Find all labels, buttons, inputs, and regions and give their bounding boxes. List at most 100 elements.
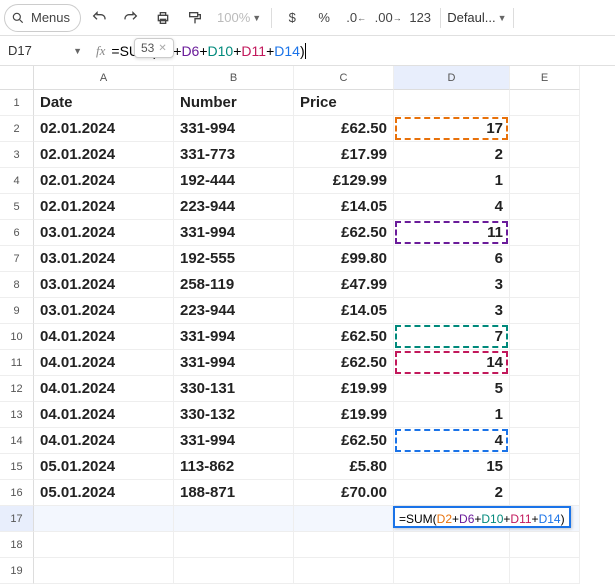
cell[interactable] — [34, 532, 174, 558]
cell[interactable] — [510, 220, 580, 246]
cell-number[interactable]: 223-944 — [174, 194, 294, 220]
cell-number[interactable]: 192-444 — [174, 168, 294, 194]
row-header[interactable]: 18 — [0, 532, 34, 558]
formula-bar[interactable]: =SUM(D2+D6+D10+D11+D14) — [111, 43, 615, 59]
row-header[interactable]: 8 — [0, 272, 34, 298]
cell-price[interactable]: £62.50 — [294, 220, 394, 246]
cell-date[interactable]: 03.01.2024 — [34, 272, 174, 298]
cell-number[interactable]: 331-994 — [174, 324, 294, 350]
cell-date[interactable]: 02.01.2024 — [34, 116, 174, 142]
cell-number[interactable]: 331-994 — [174, 350, 294, 376]
cell-price[interactable]: £19.99 — [294, 376, 394, 402]
row-header[interactable]: 17 — [0, 506, 34, 532]
cell-number[interactable]: 330-132 — [174, 402, 294, 428]
cell[interactable] — [510, 168, 580, 194]
cell-price[interactable]: £5.80 — [294, 454, 394, 480]
number-format-button[interactable]: 123 — [406, 4, 434, 32]
cell-qty[interactable]: 1 — [394, 168, 510, 194]
cell-qty[interactable]: 15 — [394, 454, 510, 480]
cell-qty[interactable]: 4 — [394, 194, 510, 220]
cell-qty[interactable]: 5 — [394, 376, 510, 402]
font-select[interactable]: Defaul...▼ — [447, 4, 506, 32]
cell-date[interactable]: 04.01.2024 — [34, 428, 174, 454]
cell-date[interactable]: 03.01.2024 — [34, 246, 174, 272]
header-price[interactable]: Price — [294, 90, 394, 116]
cell-date[interactable]: 04.01.2024 — [34, 324, 174, 350]
row-header[interactable]: 9 — [0, 298, 34, 324]
cell-qty[interactable]: 4 — [394, 428, 510, 454]
row-header[interactable]: 2 — [0, 116, 34, 142]
cell-date[interactable]: 03.01.2024 — [34, 298, 174, 324]
cell-number[interactable]: 331-994 — [174, 116, 294, 142]
cell-date[interactable]: 03.01.2024 — [34, 220, 174, 246]
cell[interactable] — [510, 350, 580, 376]
cell-number[interactable]: 258-119 — [174, 272, 294, 298]
cell-price[interactable]: £62.50 — [294, 116, 394, 142]
cell-price[interactable]: £17.99 — [294, 142, 394, 168]
close-icon[interactable]: ✕ — [158, 43, 166, 54]
zoom-select[interactable]: 100%▼ — [213, 4, 265, 32]
cell-qty[interactable]: 2 — [394, 480, 510, 506]
active-cell-editor[interactable]: =SUM(D2+D6+D10+D11+D14) — [393, 506, 571, 528]
cell[interactable] — [174, 558, 294, 584]
row-header[interactable]: 15 — [0, 454, 34, 480]
row-header[interactable]: 19 — [0, 558, 34, 584]
cell-qty[interactable]: 1 — [394, 402, 510, 428]
row-header[interactable]: 11 — [0, 350, 34, 376]
row-header[interactable]: 14 — [0, 428, 34, 454]
column-header[interactable]: C — [294, 66, 394, 90]
cell-qty[interactable]: 14 — [394, 350, 510, 376]
cell-date[interactable]: 04.01.2024 — [34, 376, 174, 402]
cell-number[interactable]: 188-871 — [174, 480, 294, 506]
cell-price[interactable]: £14.05 — [294, 194, 394, 220]
cell[interactable] — [510, 402, 580, 428]
cell[interactable] — [394, 532, 510, 558]
paint-format-button[interactable] — [181, 4, 209, 32]
row-header[interactable]: 10 — [0, 324, 34, 350]
cell[interactable] — [510, 142, 580, 168]
cell-price[interactable]: £129.99 — [294, 168, 394, 194]
name-box[interactable]: D17 ▼ — [0, 43, 90, 58]
redo-button[interactable] — [117, 4, 145, 32]
cell-qty[interactable]: 11 — [394, 220, 510, 246]
row-header[interactable]: 13 — [0, 402, 34, 428]
cell-price[interactable]: £47.99 — [294, 272, 394, 298]
menus-button[interactable]: Menus — [4, 4, 81, 32]
cell-price[interactable]: £70.00 — [294, 480, 394, 506]
cell[interactable] — [34, 506, 174, 532]
cell[interactable] — [510, 480, 580, 506]
cell[interactable] — [174, 532, 294, 558]
header-number[interactable]: Number — [174, 90, 294, 116]
cell-number[interactable]: 331-994 — [174, 220, 294, 246]
cell[interactable] — [394, 558, 510, 584]
cell-date[interactable]: 04.01.2024 — [34, 402, 174, 428]
cell-price[interactable]: £14.05 — [294, 298, 394, 324]
cell-date[interactable]: 02.01.2024 — [34, 168, 174, 194]
cell-price[interactable]: £62.50 — [294, 428, 394, 454]
cell-date[interactable]: 02.01.2024 — [34, 194, 174, 220]
cell-date[interactable]: 05.01.2024 — [34, 480, 174, 506]
row-header[interactable]: 4 — [0, 168, 34, 194]
currency-button[interactable]: $ — [278, 4, 306, 32]
cell[interactable] — [510, 246, 580, 272]
cell-date[interactable]: 04.01.2024 — [34, 350, 174, 376]
cell-price[interactable]: £62.50 — [294, 324, 394, 350]
cell[interactable] — [510, 532, 580, 558]
row-header[interactable]: 3 — [0, 142, 34, 168]
cell[interactable] — [510, 454, 580, 480]
cell[interactable] — [510, 428, 580, 454]
cell[interactable] — [510, 298, 580, 324]
cell-qty[interactable]: 7 — [394, 324, 510, 350]
percent-button[interactable]: % — [310, 4, 338, 32]
increase-decimal-button[interactable]: .00→ — [374, 4, 402, 32]
column-header[interactable]: E — [510, 66, 580, 90]
cell[interactable] — [510, 90, 580, 116]
cell-qty[interactable]: 17 — [394, 116, 510, 142]
cell[interactable] — [294, 558, 394, 584]
row-header[interactable]: 5 — [0, 194, 34, 220]
cell-number[interactable]: 330-131 — [174, 376, 294, 402]
cell-price[interactable]: £62.50 — [294, 350, 394, 376]
cell-price[interactable]: £99.80 — [294, 246, 394, 272]
cell-number[interactable]: 113-862 — [174, 454, 294, 480]
column-header[interactable]: B — [174, 66, 294, 90]
